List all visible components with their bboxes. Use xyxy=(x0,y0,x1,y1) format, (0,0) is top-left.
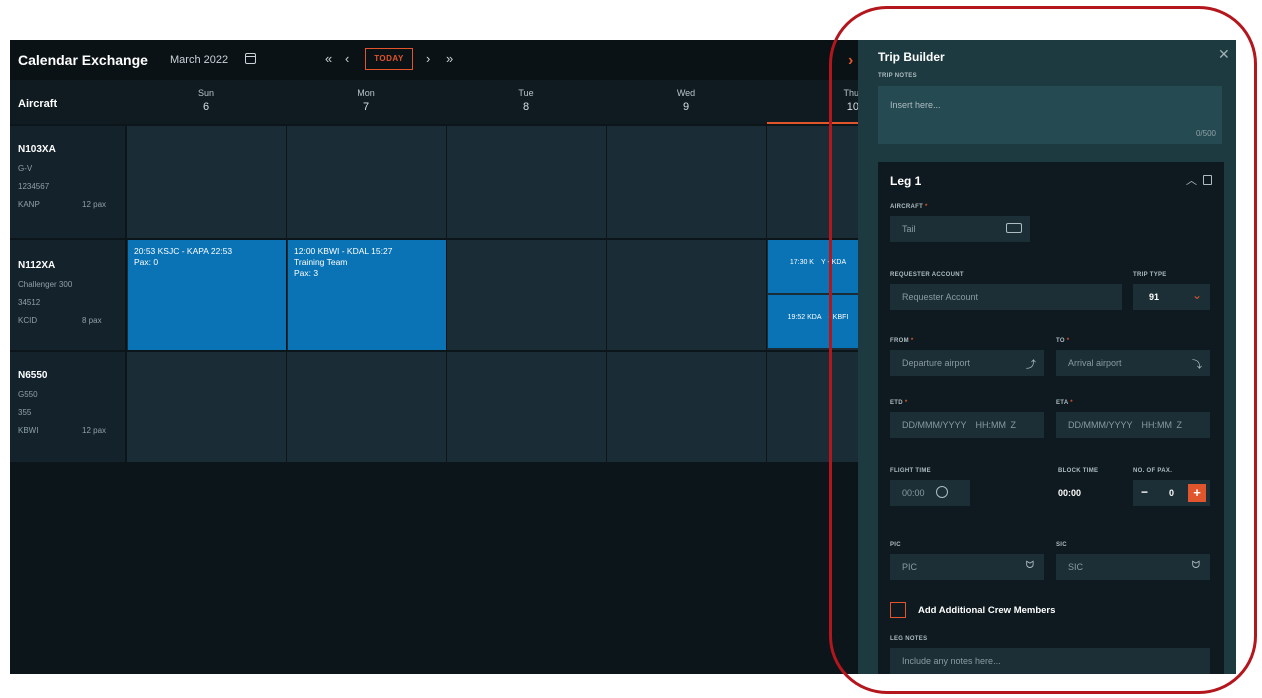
event-title: 12:00 KBWI - KDAL 15:27 xyxy=(294,246,393,256)
calendar-icon[interactable] xyxy=(245,53,256,64)
day-header-wed: Wed 9 xyxy=(607,86,765,114)
aircraft-pax: 12 pax xyxy=(82,426,107,435)
day-cell[interactable] xyxy=(447,240,607,350)
day-cell[interactable] xyxy=(607,352,767,462)
day-cell[interactable] xyxy=(447,126,607,238)
aircraft-info[interactable]: N103XA G-V 1234567 KANP 12 pax xyxy=(10,126,126,238)
day-cell[interactable] xyxy=(127,126,287,238)
trip-event[interactable]: 12:00 KBWI - KDAL 15:27 Training Team Pa… xyxy=(288,240,446,350)
first-page-button[interactable]: « xyxy=(325,50,332,68)
next-button[interactable]: › xyxy=(426,50,430,68)
aircraft-column-header: Aircraft xyxy=(18,98,58,110)
aircraft-info[interactable]: N6550 G550 355 KBWI 12 pax xyxy=(10,352,126,462)
day-cell[interactable] xyxy=(607,126,767,238)
month-label[interactable]: March 2022 xyxy=(170,54,228,66)
today-button[interactable]: TODAY xyxy=(365,48,413,70)
day-header-tue: Tue 8 xyxy=(447,86,605,114)
day-cell[interactable] xyxy=(607,240,767,350)
event-pax: Pax: 3 xyxy=(294,268,319,278)
day-number: 6 xyxy=(202,101,210,113)
day-name: Mon xyxy=(357,88,375,98)
aircraft-type: Challenger 300 xyxy=(18,280,73,289)
last-page-button[interactable]: » xyxy=(446,50,453,68)
prev-button[interactable]: ‹ xyxy=(345,50,349,68)
aircraft-pax: 8 pax xyxy=(82,316,102,325)
aircraft-serial: 34512 xyxy=(18,298,41,307)
day-number: 8 xyxy=(522,101,530,113)
aircraft-type: G550 xyxy=(18,390,38,399)
event-detail: Training Team xyxy=(294,257,348,267)
aircraft-tail: N112XA xyxy=(18,260,56,271)
aircraft-serial: 1234567 xyxy=(18,182,50,191)
aircraft-info[interactable]: N112XA Challenger 300 34512 KCID 8 pax xyxy=(10,240,126,350)
event-title: 20:53 KSJC - KAPA 22:53 xyxy=(134,246,233,256)
aircraft-serial: 355 xyxy=(18,408,32,417)
aircraft-pax: 12 pax xyxy=(82,200,107,209)
day-number: 7 xyxy=(362,101,370,113)
day-header-sun: Sun 6 xyxy=(127,86,285,114)
aircraft-tail: N6550 xyxy=(18,370,48,381)
aircraft-base: KBWI xyxy=(18,426,39,435)
trip-event[interactable]: 20:53 KSJC - KAPA 22:53 Pax: 0 xyxy=(128,240,286,350)
aircraft-base: KANP xyxy=(18,200,40,209)
day-name: Wed xyxy=(676,88,696,98)
day-cell[interactable] xyxy=(447,352,607,462)
day-cell[interactable] xyxy=(287,352,447,462)
aircraft-type: G-V xyxy=(18,164,33,173)
day-cell[interactable] xyxy=(287,126,447,238)
app-title: Calendar Exchange xyxy=(18,52,148,68)
day-name: Sun xyxy=(197,88,214,98)
event-detail: Pax: 0 xyxy=(134,257,159,267)
day-name: Tue xyxy=(518,88,534,98)
annotation-highlight xyxy=(829,6,1257,694)
aircraft-tail: N103XA xyxy=(18,144,56,155)
day-header-mon: Mon 7 xyxy=(287,86,445,114)
day-number: 9 xyxy=(682,101,690,113)
aircraft-base: KCID xyxy=(18,316,38,325)
day-cell[interactable] xyxy=(127,352,287,462)
